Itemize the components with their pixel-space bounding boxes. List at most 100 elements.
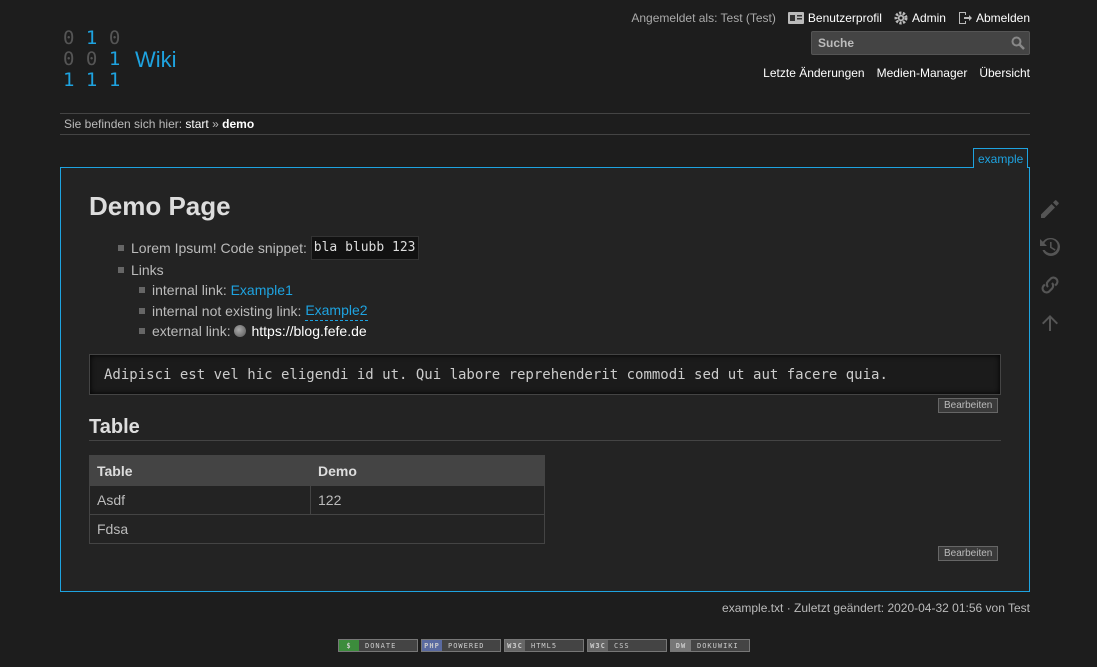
- admin-link[interactable]: Admin: [894, 11, 946, 25]
- logged-in-text: Angemeldet als: Test (Test): [631, 11, 776, 25]
- page-id-tab: example: [973, 148, 1029, 168]
- badge-icon: W3C: [588, 640, 608, 651]
- search-icon[interactable]: [1011, 36, 1025, 50]
- profile-label: Benutzerprofil: [807, 11, 882, 25]
- bullet: [139, 328, 145, 334]
- data-table: Table Demo Asdf 122 Fdsa: [89, 455, 545, 544]
- breadcrumb-current[interactable]: demo: [222, 117, 254, 131]
- dokuwiki-badge[interactable]: DW DOKUWIKI: [670, 639, 750, 652]
- badge-label: DONATE: [365, 641, 397, 650]
- code-block: Adipisci est vel hic eligendi id ut. Qui…: [89, 354, 1001, 395]
- internal-link[interactable]: Example1: [231, 280, 293, 300]
- list-item: Lorem Ipsum! Code snippet: bla blubb 123: [118, 236, 419, 260]
- pencil-icon: [1041, 200, 1059, 218]
- list-item-text: Links: [131, 262, 164, 278]
- logo-digit: 1: [63, 69, 75, 91]
- wiki-logo[interactable]: 0 1 0 0 0 1 1 1 1: [63, 28, 120, 91]
- sitemap-link[interactable]: Übersicht: [979, 66, 1030, 80]
- section-heading: Table: [89, 416, 140, 438]
- logout-label: Abmelden: [975, 11, 1030, 25]
- table-cell: Asdf: [89, 485, 311, 515]
- page-tools: [1037, 196, 1063, 336]
- page-title: Demo Page: [89, 191, 231, 221]
- profile-link[interactable]: Benutzerprofil: [787, 11, 882, 25]
- edit-section-button[interactable]: Bearbeiten: [938, 398, 999, 413]
- user-tools: Angemeldet als: Test (Test) Benutzerprof…: [631, 11, 1030, 25]
- external-link[interactable]: https://blog.fefe.de: [251, 321, 366, 341]
- list-item: internal link: Example1: [118, 280, 419, 300]
- back-to-top-button[interactable]: [1037, 310, 1063, 336]
- table-header-row: Table Demo: [89, 455, 545, 486]
- history-icon: [1040, 237, 1060, 256]
- table-row: Fdsa: [89, 514, 545, 544]
- external-link-label: external link:: [152, 323, 231, 339]
- wanted-link-label: internal not existing link:: [152, 302, 302, 319]
- donate-badge[interactable]: $ DONATE: [338, 639, 418, 652]
- logo-digit: 1: [85, 69, 98, 91]
- edit-section-button[interactable]: Bearbeiten: [938, 546, 999, 561]
- breadcrumb: Sie befinden sich hier: start » demo: [64, 117, 254, 131]
- media-manager-link[interactable]: Medien-Manager: [877, 66, 968, 80]
- doc-info: example.txt · Zuletzt geändert: 2020-04-…: [722, 601, 1030, 615]
- badge-icon: $: [339, 640, 359, 651]
- admin-label: Admin: [911, 11, 946, 25]
- profile-card-icon: [787, 12, 804, 24]
- code-snippet: bla blubb 123: [310, 236, 419, 260]
- old-revisions-button[interactable]: [1037, 234, 1063, 260]
- breadcrumb-start-link[interactable]: start: [185, 117, 208, 131]
- wiki-title-link[interactable]: Wiki: [135, 47, 177, 73]
- badge-label: HTML5: [531, 641, 558, 650]
- html5-badge[interactable]: W3C HTML5: [504, 639, 584, 652]
- footer-badges: $ DONATE PHP POWERED W3C HTML5 W3C CSS DW DOK…: [338, 639, 750, 652]
- css-badge[interactable]: W3C CSS: [587, 639, 667, 652]
- divider: [60, 134, 1030, 135]
- badge-icon: DW: [671, 640, 691, 651]
- php-badge[interactable]: PHP POWERED: [421, 639, 501, 652]
- breadcrumb-prefix: Sie befinden sich hier:: [64, 117, 183, 131]
- content-list: Lorem Ipsum! Code snippet: bla blubb 123…: [118, 236, 419, 341]
- divider: [60, 113, 1030, 114]
- search-input[interactable]: [812, 32, 998, 54]
- arrow-up-icon: [1042, 315, 1058, 331]
- badge-icon: W3C: [505, 640, 525, 651]
- logo-digit: 0: [108, 27, 121, 49]
- logout-link[interactable]: Abmelden: [958, 11, 1030, 25]
- divider: [89, 440, 1001, 441]
- logo-digit: 0: [63, 27, 75, 49]
- search-box: [811, 31, 1030, 55]
- badge-label: POWERED: [448, 641, 485, 650]
- backlinks-button[interactable]: [1037, 272, 1063, 298]
- logo-digit: 1: [108, 69, 121, 91]
- recent-changes-link[interactable]: Letzte Änderungen: [763, 66, 864, 80]
- table-cell: 122: [310, 485, 545, 515]
- table-row: Asdf 122: [89, 485, 545, 515]
- globe-icon: [234, 325, 247, 337]
- internal-link-label: internal link:: [152, 282, 227, 298]
- breadcrumb-separator: »: [212, 117, 219, 131]
- logo-digit: 1: [85, 27, 98, 49]
- logo-row: 1 1 1: [63, 70, 120, 91]
- badge-icon: PHP: [422, 640, 442, 651]
- table-header: Table: [89, 455, 311, 486]
- logo-digit: 1: [108, 48, 121, 70]
- logo-row: 0 0 1: [63, 49, 120, 70]
- list-item: Links: [118, 260, 419, 280]
- list-item: external link: https://blog.fefe.de: [118, 321, 419, 341]
- list-item-text: Lorem Ipsum! Code snippet:: [131, 240, 307, 256]
- table-cell: Fdsa: [89, 514, 545, 544]
- logout-icon: [958, 12, 972, 24]
- table-header: Demo: [310, 455, 545, 486]
- logo-row: 0 1 0: [63, 28, 120, 49]
- logo-digit: 0: [85, 48, 98, 70]
- site-tools: Letzte Änderungen Medien-Manager Übersic…: [763, 66, 1030, 80]
- list-item: internal not existing link: Example2: [118, 300, 419, 321]
- badge-label: CSS: [614, 641, 630, 650]
- link-icon: [1041, 276, 1059, 294]
- bullet: [139, 287, 145, 293]
- edit-page-button[interactable]: [1037, 196, 1063, 222]
- badge-label: DOKUWIKI: [697, 641, 739, 650]
- gear-icon: [894, 11, 908, 25]
- bullet: [118, 267, 124, 273]
- wanted-link[interactable]: Example2: [305, 300, 368, 321]
- logo-digit: 0: [63, 48, 75, 70]
